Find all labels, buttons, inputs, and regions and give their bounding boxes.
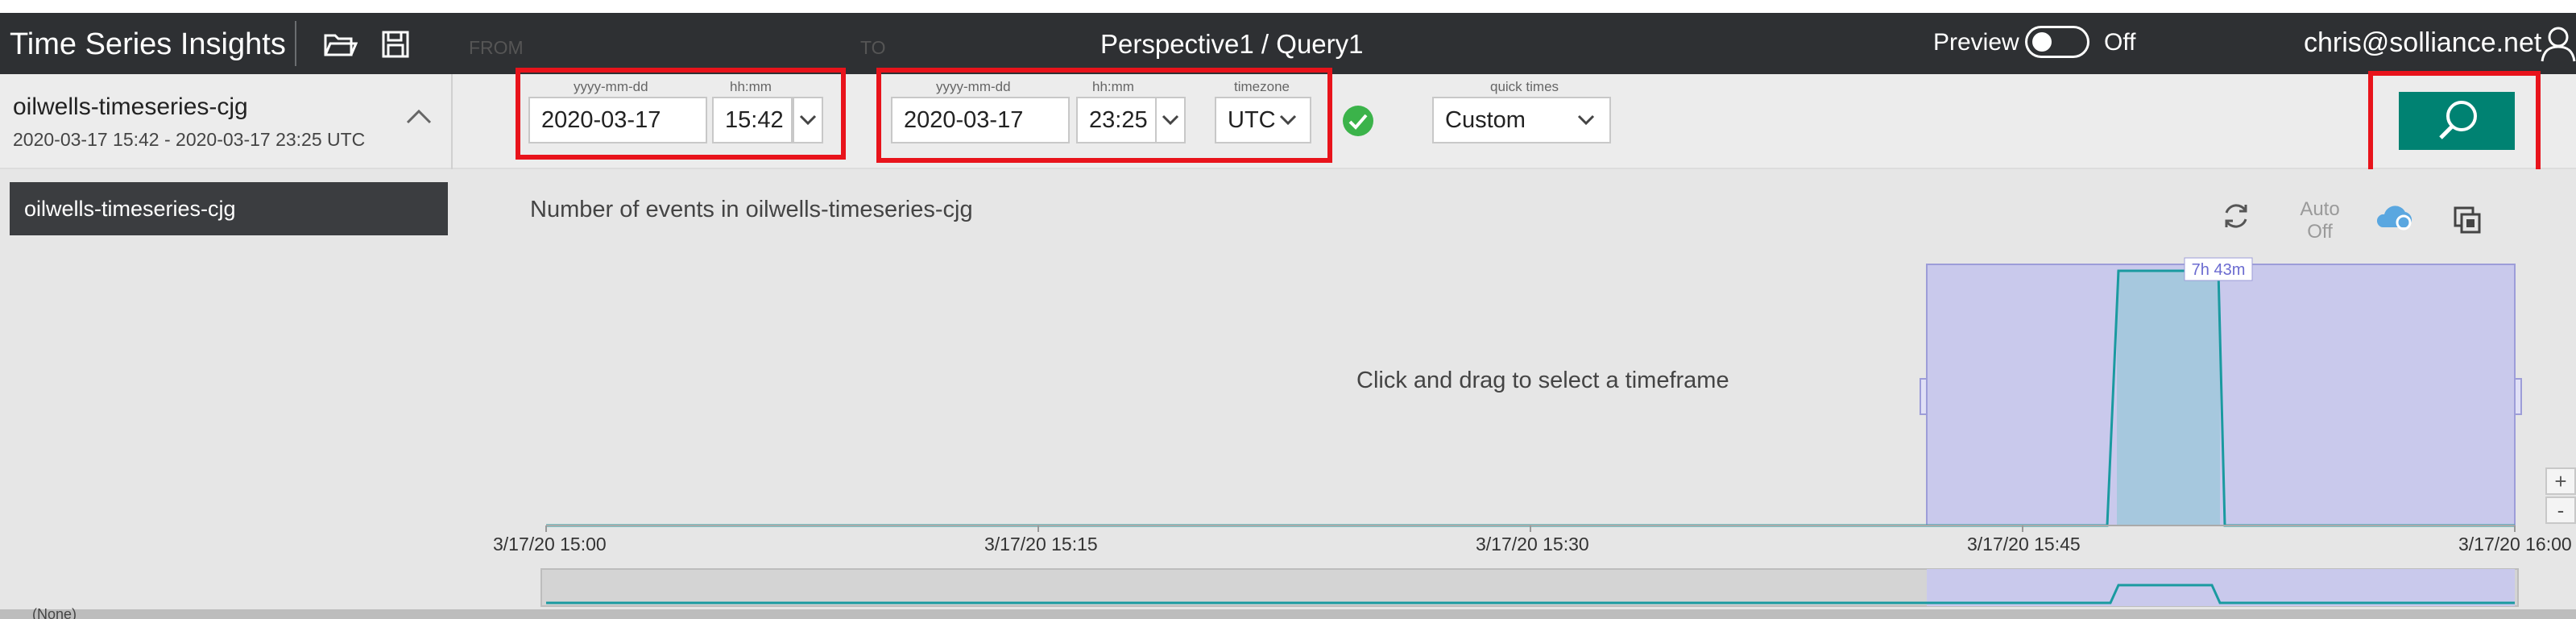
brush-left-handle[interactable] <box>1920 378 1928 415</box>
bottom-panel-edge <box>0 609 2576 619</box>
x-tick-label: 3/17/20 15:15 <box>984 534 1098 555</box>
brush-duration-label: 7h 43m <box>2192 261 2246 279</box>
x-tick-label: 3/17/20 16:00 <box>2458 534 2572 555</box>
x-tick-label: 3/17/20 15:00 <box>493 534 607 555</box>
availability-area <box>2117 271 2220 526</box>
split-by-none-label: (None) <box>32 606 77 619</box>
brush-right-handle[interactable] <box>2514 378 2522 415</box>
zoom-in-button[interactable]: + <box>2545 467 2576 495</box>
drag-hint: Click and drag to select a timeframe <box>1356 368 1729 393</box>
x-tick-label: 3/17/20 15:30 <box>1476 534 1589 555</box>
zoom-out-button[interactable]: - <box>2545 496 2576 524</box>
x-tick-label: 3/17/20 15:45 <box>1967 534 2081 555</box>
timeline-plot: 7h 43m <box>540 257 2522 607</box>
overview-selection[interactable] <box>1927 569 2515 606</box>
